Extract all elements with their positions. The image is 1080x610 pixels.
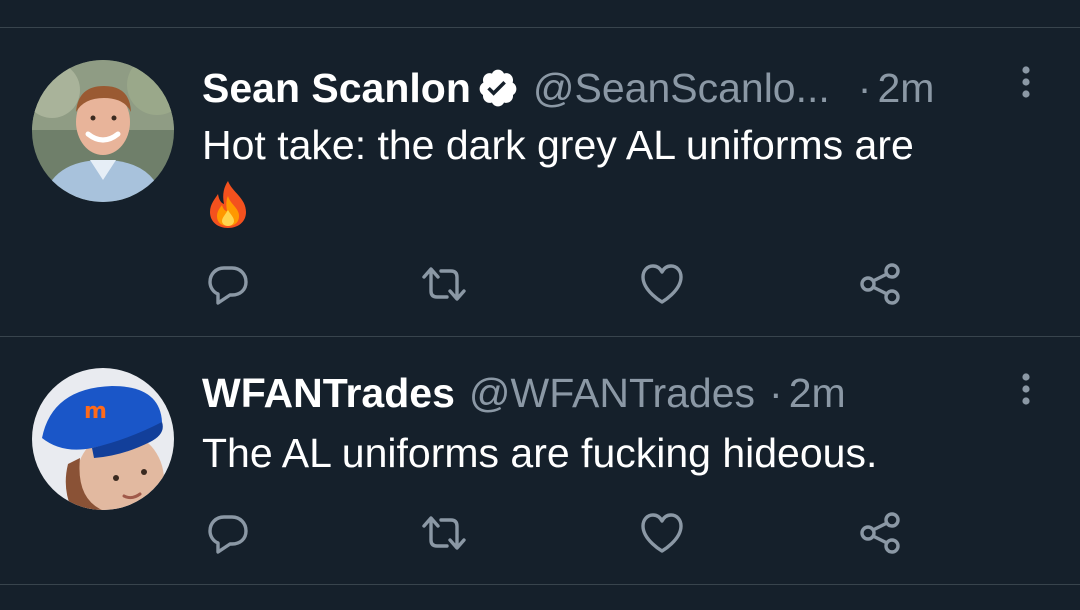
- share-icon[interactable]: [856, 260, 904, 308]
- svg-text:m: m: [84, 399, 107, 424]
- tweet-header: WFANTrades @WFANTrades · 2m: [202, 369, 846, 417]
- share-icon[interactable]: [856, 509, 904, 557]
- reply-icon[interactable]: [204, 509, 252, 557]
- user-handle[interactable]: @SeanScanlo...: [533, 64, 830, 112]
- display-name[interactable]: Sean Scanlon: [202, 64, 471, 112]
- tweet-card[interactable]: m WFANTrades @WFANTrades · 2m The AL uni…: [0, 337, 1080, 584]
- tweet-text: Hot take: the dark grey AL uniforms are: [202, 122, 914, 168]
- tweet-header: Sean Scanlon @SeanScanlo... · 2m: [202, 64, 934, 112]
- timestamp[interactable]: 2m: [789, 369, 846, 417]
- like-icon[interactable]: [638, 509, 686, 557]
- user-handle[interactable]: @WFANTrades: [469, 369, 755, 417]
- like-icon[interactable]: [638, 260, 686, 308]
- verified-badge-icon: [477, 67, 519, 109]
- more-options-icon[interactable]: [1012, 369, 1040, 409]
- display-name[interactable]: WFANTrades: [202, 369, 455, 417]
- separator-dot: ·: [769, 370, 783, 416]
- more-options-icon[interactable]: [1012, 62, 1040, 102]
- fire-emoji-icon: [202, 178, 254, 230]
- timestamp[interactable]: 2m: [877, 64, 934, 112]
- tweet-card[interactable]: Sean Scanlon @SeanScanlo... · 2m Hot tak…: [0, 28, 1080, 336]
- divider-bottom: [0, 584, 1080, 585]
- avatar[interactable]: m: [32, 368, 174, 510]
- avatar[interactable]: [32, 60, 174, 202]
- reply-icon[interactable]: [204, 260, 252, 308]
- retweet-icon[interactable]: [420, 509, 468, 557]
- separator-dot: ·: [857, 65, 872, 111]
- retweet-icon[interactable]: [420, 260, 468, 308]
- tweet-text: The AL uniforms are fucking hideous.: [202, 430, 878, 476]
